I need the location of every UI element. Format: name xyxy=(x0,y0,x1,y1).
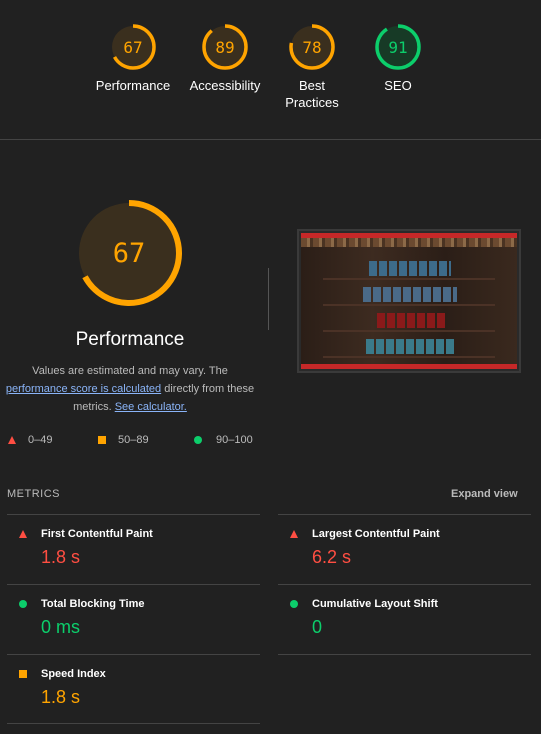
triangle-icon xyxy=(290,530,298,538)
metrics-heading: METRICS xyxy=(7,488,60,500)
score-calculated-link[interactable]: performance score is calculated xyxy=(6,383,161,395)
legend-range: 0–49 xyxy=(28,434,53,447)
metric-first-contentful-paint: First Contentful Paint 1.8 s xyxy=(7,514,260,584)
category-gauge-performance[interactable]: 67 Performance xyxy=(88,23,178,94)
metric-value: 1.8 s xyxy=(41,687,81,707)
category-score: 67 xyxy=(123,38,142,57)
metric-label: First Contentful Paint xyxy=(41,528,153,540)
divider xyxy=(278,654,531,655)
see-calculator-link[interactable]: See calculator. xyxy=(115,401,187,413)
separator xyxy=(268,268,269,330)
category-score: 91 xyxy=(388,38,407,57)
category-label: Accessibility xyxy=(189,78,261,93)
category-label: Performance xyxy=(95,78,171,93)
metric-cumulative-layout-shift: Cumulative Layout Shift 0 xyxy=(278,584,531,654)
performance-gauge-large: 67 xyxy=(74,198,184,313)
category-score: 78 xyxy=(302,38,321,57)
metric-value: 0 xyxy=(312,617,323,637)
divider xyxy=(0,139,541,140)
metric-speed-index: Speed Index 1.8 s xyxy=(7,654,260,724)
circle-icon xyxy=(19,600,27,608)
category-label: Best Practices xyxy=(285,78,339,110)
circle-icon xyxy=(290,600,298,608)
metric-label: Total Blocking Time xyxy=(41,598,145,610)
legend-range: 50–89 xyxy=(118,434,149,447)
expand-view-button[interactable]: Expand view xyxy=(451,488,518,500)
metric-label: Speed Index xyxy=(41,668,106,680)
category-score: 89 xyxy=(215,38,234,57)
category-gauge-best-practices[interactable]: 78 Best Practices xyxy=(267,23,357,111)
page-screenshot[interactable] xyxy=(297,229,521,373)
category-gauge-accessibility[interactable]: 89 Accessibility xyxy=(180,23,270,94)
legend-range: 90–100 xyxy=(216,434,253,447)
metric-value: 6.2 s xyxy=(312,547,352,567)
category-label: SEO xyxy=(384,78,412,93)
performance-title: Performance xyxy=(75,329,185,350)
score-description: Values are estimated and may vary. The p… xyxy=(0,362,260,416)
metric-largest-contentful-paint: Largest Contentful Paint 6.2 s xyxy=(278,514,531,584)
metric-total-blocking-time: Total Blocking Time 0 ms xyxy=(7,584,260,654)
category-gauge-seo[interactable]: 91 SEO xyxy=(353,23,443,94)
triangle-icon xyxy=(19,530,27,538)
legend-item: 0–49 xyxy=(8,434,52,446)
square-icon xyxy=(98,436,106,445)
metric-value: 1.8 s xyxy=(41,547,81,567)
triangle-icon xyxy=(8,436,16,445)
metric-value: 0 ms xyxy=(41,617,81,637)
metric-label: Largest Contentful Paint xyxy=(312,528,440,540)
legend-item: 50–89 xyxy=(98,434,149,446)
desc-text: Values are estimated and may vary. The xyxy=(32,365,228,377)
circle-icon xyxy=(194,436,202,445)
performance-score: 67 xyxy=(113,238,146,269)
legend-item: 90–100 xyxy=(194,434,253,446)
metric-label: Cumulative Layout Shift xyxy=(312,598,438,610)
square-icon xyxy=(19,670,27,678)
